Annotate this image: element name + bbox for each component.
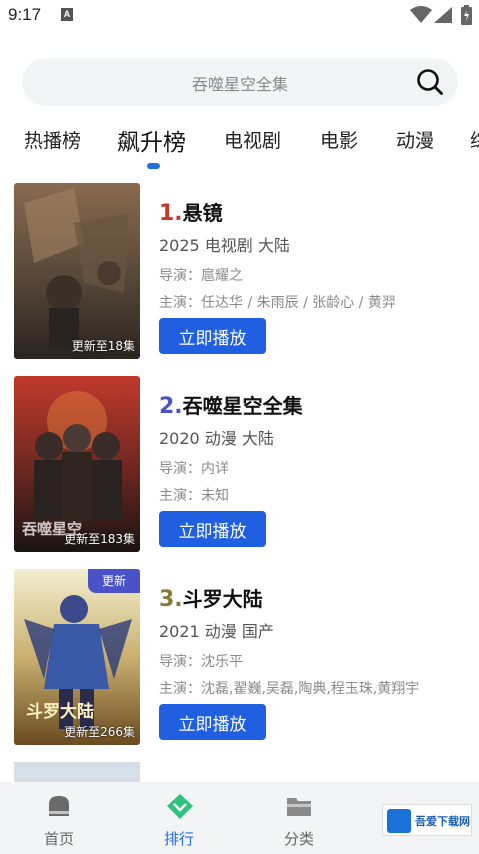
episode-count: 更新至266集 (64, 725, 135, 739)
list-item[interactable]: 更新至18集 1.悬镜 2025 电视剧 大陆 导演：扈耀之 主演：任达华 / … (0, 183, 479, 359)
tab-movie[interactable]: 电影 (320, 126, 358, 153)
folder-icon (287, 798, 311, 816)
rank-number: 1. (159, 201, 183, 226)
search-bar[interactable]: 吞噬星空全集 (22, 58, 458, 106)
rank-number: 2. (159, 394, 183, 419)
nav-category[interactable]: 分类 (254, 782, 344, 854)
signal-icon (434, 7, 452, 23)
play-button[interactable]: 立即播放 (159, 511, 266, 547)
tab-tv[interactable]: 电视剧 (224, 126, 281, 153)
nav-label: 分类 (283, 830, 314, 848)
episode-count: 更新至183集 (64, 532, 135, 546)
episode-count: 更新至18集 (71, 339, 135, 353)
category-tabs: 热播榜 飙升榜 电视剧 电影 动漫 综 (0, 118, 479, 168)
nav-label: 排行 (163, 830, 194, 848)
wifi-icon (410, 6, 432, 23)
next-poster-peek[interactable] (14, 762, 140, 782)
search-placeholder: 吞噬星空全集 (191, 75, 288, 94)
poster-image[interactable]: 吞噬星空 更新至183集 (14, 376, 140, 552)
title-text: 悬镜 (182, 201, 223, 225)
status-time: 9:17 (8, 5, 42, 24)
tab-rising[interactable]: 飙升榜 (117, 123, 186, 157)
item-cast: 主演：未知 (159, 488, 229, 504)
status-bar: 9:17 A (0, 0, 479, 30)
home-icon (49, 796, 69, 816)
list-item[interactable]: 吞噬星空 更新至183集 2.吞噬星空全集 2020 动漫 大陆 导演：内详 主… (0, 376, 479, 552)
rank-number: 3. (159, 587, 183, 612)
nav-rank[interactable]: 排行 (134, 782, 224, 854)
item-meta: 2020 动漫 大陆 (159, 429, 274, 448)
search-icon[interactable] (416, 68, 444, 96)
item-cast: 主演：任达华 / 朱雨辰 / 张龄心 / 黄羿 (159, 295, 396, 311)
update-badge: 更新 (88, 569, 140, 593)
notification-icon: A (61, 8, 73, 21)
poster-title-text: 斗罗大陆 (26, 702, 94, 722)
title-text: 斗罗大陆 (182, 587, 263, 611)
poster-image[interactable]: 斗罗大陆 更新 更新至266集 (14, 569, 140, 745)
site-watermark: 吾爱下载网 (382, 804, 472, 836)
item-meta: 2021 动漫 国产 (159, 622, 274, 641)
item-title[interactable]: 2.吞噬星空全集 (159, 390, 303, 419)
item-director: 导演：内详 (159, 461, 229, 477)
item-title[interactable]: 3.斗罗大陆 (159, 583, 263, 612)
tab-indicator (147, 163, 160, 169)
item-title[interactable]: 1.悬镜 (159, 197, 223, 226)
site-logo-icon (387, 809, 411, 833)
item-director: 导演：扈耀之 (159, 268, 243, 284)
play-button[interactable]: 立即播放 (159, 318, 266, 354)
item-director: 导演：沈乐平 (159, 654, 243, 670)
tab-variety[interactable]: 综 (470, 126, 479, 153)
title-text: 吞噬星空全集 (182, 394, 303, 418)
tab-hot[interactable]: 热播榜 (24, 126, 81, 153)
nav-home[interactable]: 首页 (14, 782, 104, 854)
watermark-text: 吾爱下载网 (415, 815, 470, 828)
rank-icon (167, 794, 193, 819)
play-button[interactable]: 立即播放 (159, 704, 266, 740)
list-item[interactable]: 斗罗大陆 更新 更新至266集 3.斗罗大陆 2021 动漫 国产 导演：沈乐平… (0, 569, 479, 745)
battery-icon (461, 5, 472, 25)
nav-label: 首页 (43, 830, 74, 848)
tab-anime[interactable]: 动漫 (396, 126, 434, 153)
item-cast: 主演：沈磊,翟巍,吴磊,陶典,程玉珠,黄翔宇 (159, 681, 420, 697)
item-meta: 2025 电视剧 大陆 (159, 236, 290, 255)
poster-image[interactable]: 更新至18集 (14, 183, 140, 359)
